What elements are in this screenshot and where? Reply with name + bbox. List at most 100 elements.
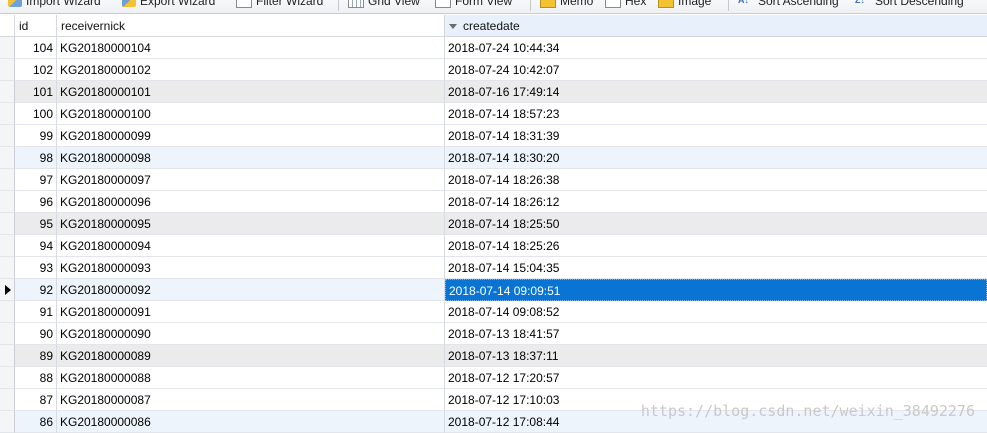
row-indicator[interactable] xyxy=(0,301,15,323)
cell-receivernick[interactable]: KG20180000098 xyxy=(57,147,445,169)
import-wizard-button[interactable]: Import Wizard xyxy=(8,0,101,13)
row-indicator[interactable] xyxy=(0,323,15,345)
sort-ascending-button[interactable]: A↓ Sort Ascending xyxy=(738,0,839,13)
table-row[interactable]: 92 KG20180000092 2018-07-14 09:09:51 xyxy=(0,279,987,301)
filter-wizard-button[interactable]: Filter Wizard xyxy=(236,0,323,13)
table-row[interactable]: 95 KG20180000095 2018-07-14 18:25:50 xyxy=(0,213,987,235)
table-row[interactable]: 100 KG20180000100 2018-07-14 18:57:23 xyxy=(0,103,987,125)
row-indicator[interactable] xyxy=(0,59,15,81)
row-indicator[interactable] xyxy=(0,411,15,433)
sort-descending-button[interactable]: Z↓ Sort Descending xyxy=(855,0,964,13)
cell-createdate[interactable]: 2018-07-24 10:44:34 xyxy=(445,37,987,59)
row-indicator[interactable] xyxy=(0,257,15,279)
cell-id[interactable]: 87 xyxy=(15,389,57,411)
cell-receivernick[interactable]: KG20180000093 xyxy=(57,257,445,279)
row-indicator[interactable] xyxy=(0,147,15,169)
grid-view-button[interactable]: Grid View xyxy=(348,0,420,13)
cell-id[interactable]: 92 xyxy=(15,279,57,301)
cell-id[interactable]: 98 xyxy=(15,147,57,169)
cell-createdate[interactable]: 2018-07-14 18:26:38 xyxy=(445,169,987,191)
column-header-createdate[interactable]: createdate xyxy=(445,15,987,37)
cell-receivernick[interactable]: KG20180000090 xyxy=(57,323,445,345)
row-indicator[interactable] xyxy=(0,367,15,389)
image-button[interactable]: Image xyxy=(658,0,711,13)
row-indicator[interactable] xyxy=(0,191,15,213)
cell-receivernick[interactable]: KG20180000101 xyxy=(57,81,445,103)
row-indicator[interactable] xyxy=(0,81,15,103)
table-row[interactable]: 91 KG20180000091 2018-07-14 09:08:52 xyxy=(0,301,987,323)
hex-button[interactable]: Hex xyxy=(605,0,646,13)
table-row[interactable]: 93 KG20180000093 2018-07-14 15:04:35 xyxy=(0,257,987,279)
table-row[interactable]: 97 KG20180000097 2018-07-14 18:26:38 xyxy=(0,169,987,191)
table-row[interactable]: 98 KG20180000098 2018-07-14 18:30:20 xyxy=(0,147,987,169)
cell-id[interactable]: 88 xyxy=(15,367,57,389)
cell-id[interactable]: 91 xyxy=(15,301,57,323)
cell-receivernick[interactable]: KG20180000100 xyxy=(57,103,445,125)
cell-createdate[interactable]: 2018-07-14 18:30:20 xyxy=(445,147,987,169)
row-indicator[interactable] xyxy=(0,169,15,191)
cell-createdate[interactable]: 2018-07-14 09:09:51 xyxy=(445,279,987,301)
table-row[interactable]: 102 KG20180000102 2018-07-24 10:42:07 xyxy=(0,59,987,81)
cell-id[interactable]: 100 xyxy=(15,103,57,125)
row-indicator[interactable] xyxy=(0,345,15,367)
cell-createdate[interactable]: 2018-07-24 10:42:07 xyxy=(445,59,987,81)
row-indicator[interactable] xyxy=(0,37,15,59)
cell-receivernick[interactable]: KG20180000091 xyxy=(57,301,445,323)
cell-id[interactable]: 101 xyxy=(15,81,57,103)
table-row[interactable]: 104 KG20180000104 2018-07-24 10:44:34 xyxy=(0,37,987,59)
cell-id[interactable]: 97 xyxy=(15,169,57,191)
form-view-button[interactable]: Form View xyxy=(435,0,512,13)
image-icon xyxy=(658,0,674,8)
cell-id[interactable]: 89 xyxy=(15,345,57,367)
cell-id[interactable]: 99 xyxy=(15,125,57,147)
table-row[interactable]: 101 KG20180000101 2018-07-16 17:49:14 xyxy=(0,81,987,103)
table-row[interactable]: 89 KG20180000089 2018-07-13 18:37:11 xyxy=(0,345,987,367)
row-indicator[interactable] xyxy=(0,389,15,411)
cell-createdate[interactable]: 2018-07-13 18:37:11 xyxy=(445,345,987,367)
cell-id[interactable]: 96 xyxy=(15,191,57,213)
cell-id[interactable]: 102 xyxy=(15,59,57,81)
cell-createdate[interactable]: 2018-07-14 09:08:52 xyxy=(445,301,987,323)
row-indicator[interactable] xyxy=(0,279,15,301)
export-wizard-button[interactable]: Export Wizard xyxy=(122,0,215,13)
cell-receivernick[interactable]: KG20180000088 xyxy=(57,367,445,389)
cell-receivernick[interactable]: KG20180000095 xyxy=(57,213,445,235)
cell-receivernick[interactable]: KG20180000089 xyxy=(57,345,445,367)
table-row[interactable]: 99 KG20180000099 2018-07-14 18:31:39 xyxy=(0,125,987,147)
cell-id[interactable]: 94 xyxy=(15,235,57,257)
cell-receivernick[interactable]: KG20180000102 xyxy=(57,59,445,81)
row-indicator[interactable] xyxy=(0,103,15,125)
cell-id[interactable]: 95 xyxy=(15,213,57,235)
cell-receivernick[interactable]: KG20180000096 xyxy=(57,191,445,213)
cell-receivernick[interactable]: KG20180000087 xyxy=(57,389,445,411)
table-row[interactable]: 94 KG20180000094 2018-07-14 18:25:26 xyxy=(0,235,987,257)
cell-receivernick[interactable]: KG20180000086 xyxy=(57,411,445,433)
cell-createdate[interactable]: 2018-07-14 18:31:39 xyxy=(445,125,987,147)
cell-receivernick[interactable]: KG20180000099 xyxy=(57,125,445,147)
row-indicator[interactable] xyxy=(0,213,15,235)
cell-receivernick[interactable]: KG20180000097 xyxy=(57,169,445,191)
cell-createdate[interactable]: 2018-07-12 17:20:57 xyxy=(445,367,987,389)
cell-receivernick[interactable]: KG20180000104 xyxy=(57,37,445,59)
table-row[interactable]: 88 KG20180000088 2018-07-12 17:20:57 xyxy=(0,367,987,389)
cell-createdate[interactable]: 2018-07-16 17:49:14 xyxy=(445,81,987,103)
table-row[interactable]: 90 KG20180000090 2018-07-13 18:41:57 xyxy=(0,323,987,345)
cell-id[interactable]: 93 xyxy=(15,257,57,279)
table-row[interactable]: 96 KG20180000096 2018-07-14 18:26:12 xyxy=(0,191,987,213)
cell-createdate[interactable]: 2018-07-13 18:41:57 xyxy=(445,323,987,345)
column-header-id[interactable]: id xyxy=(15,15,57,37)
cell-id[interactable]: 90 xyxy=(15,323,57,345)
cell-createdate[interactable]: 2018-07-14 18:25:26 xyxy=(445,235,987,257)
memo-button[interactable]: Memo xyxy=(540,0,593,13)
cell-receivernick[interactable]: KG20180000094 xyxy=(57,235,445,257)
column-header-receivernick[interactable]: receivernick xyxy=(57,15,445,37)
cell-id[interactable]: 86 xyxy=(15,411,57,433)
cell-id[interactable]: 104 xyxy=(15,37,57,59)
cell-createdate[interactable]: 2018-07-14 15:04:35 xyxy=(445,257,987,279)
cell-createdate[interactable]: 2018-07-14 18:26:12 xyxy=(445,191,987,213)
row-indicator[interactable] xyxy=(0,125,15,147)
cell-receivernick[interactable]: KG20180000092 xyxy=(57,279,445,301)
row-indicator[interactable] xyxy=(0,235,15,257)
cell-createdate[interactable]: 2018-07-14 18:25:50 xyxy=(445,213,987,235)
cell-createdate[interactable]: 2018-07-14 18:57:23 xyxy=(445,103,987,125)
